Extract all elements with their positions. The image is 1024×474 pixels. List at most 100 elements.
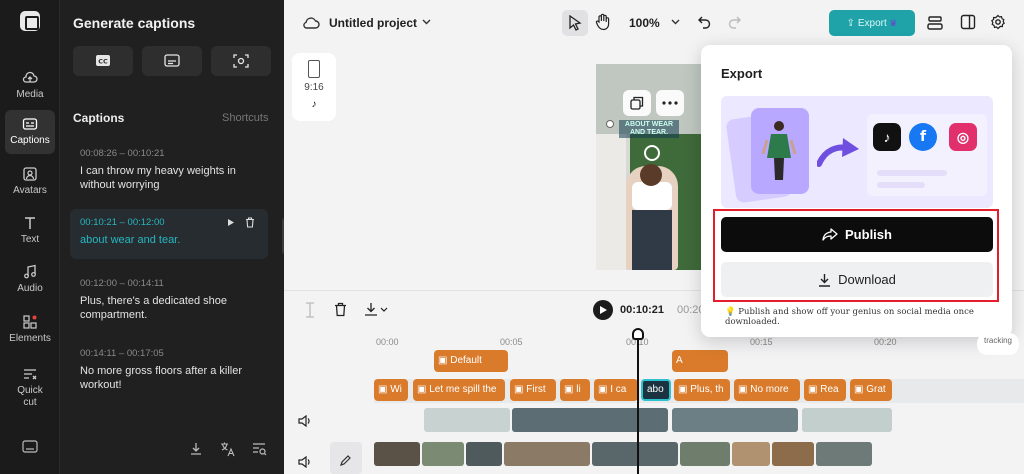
text-clip-icon: A (676, 355, 683, 366)
caption-clip[interactable]: ▣ Wi (374, 379, 408, 401)
auto-captions-button[interactable]: CC (73, 46, 133, 76)
main-volume-icon[interactable] (298, 456, 312, 468)
caption-clip-icon: ▣ (678, 384, 691, 395)
caption-item[interactable]: 00:12:00 – 00:14:11 Plus, there's a dedi… (70, 270, 268, 330)
video-clip[interactable] (816, 442, 872, 466)
scan-captions-button[interactable] (211, 46, 271, 76)
text-clip[interactable]: ▣ Default (434, 350, 508, 372)
caption-item-active[interactable]: 00:10:21 – 00:12:00 about wear and tear. (70, 209, 268, 259)
caption-item[interactable]: 00:14:11 – 00:17:05 No more gross floors… (70, 340, 268, 400)
caption-text[interactable]: I can throw my heavy weights in without … (80, 164, 258, 192)
redo-icon[interactable] (728, 15, 742, 29)
caption-text[interactable]: about wear and tear. (80, 233, 258, 247)
caption-clip-selected[interactable]: abo (641, 379, 671, 401)
play-caption-icon[interactable] (227, 218, 235, 227)
caption-resize-handle[interactable] (606, 120, 614, 128)
preview-caption-text[interactable]: ABOUT WEAR AND TEAR. (619, 120, 679, 138)
keyboard-icon[interactable] (22, 440, 38, 454)
crown-icon: ♛ (886, 18, 898, 28)
volume-icon[interactable] (298, 415, 312, 427)
translate-icon[interactable] (219, 441, 235, 457)
select-tool-button[interactable] (562, 10, 588, 36)
caption-clip[interactable]: ▣ No more (734, 379, 800, 401)
text-clip-label: Default (450, 355, 482, 366)
duplicate-button[interactable] (623, 90, 651, 116)
caption-clip[interactable]: ▣ Rea (804, 379, 846, 401)
undo-icon[interactable] (697, 15, 711, 29)
rail-item-avatars[interactable]: Avatars (5, 160, 55, 204)
pencil-icon (340, 455, 351, 466)
captions-icon (22, 118, 38, 130)
project-title[interactable]: Untitled project (329, 16, 417, 30)
video-clip[interactable] (504, 442, 590, 466)
export-button[interactable]: ⇪ Export ♛ (829, 10, 915, 36)
app-logo[interactable] (20, 11, 40, 31)
rail-item-elements[interactable]: Elements (5, 308, 55, 352)
manual-captions-button[interactable] (142, 46, 202, 76)
caption-clip[interactable]: ▣ I ca (594, 379, 638, 401)
caption-clip-label: Wi (390, 384, 402, 395)
caption-clip[interactable]: ▣ First (510, 379, 556, 401)
aspect-ratio-card[interactable]: 9:16 ♪ (292, 53, 336, 121)
cursor-icon (569, 15, 582, 31)
hand-tool-icon[interactable] (595, 13, 611, 31)
caption-time: 00:14:11 – 00:17:05 (80, 348, 164, 359)
video-clip[interactable] (592, 442, 678, 466)
scan-icon (233, 54, 249, 68)
video-clip[interactable] (422, 442, 464, 466)
aspect-ratio-label: 9:16 (304, 82, 324, 93)
share-icon (822, 228, 838, 241)
download-menu-icon[interactable] (364, 302, 388, 317)
rotate-handle-icon[interactable] (644, 145, 660, 161)
video-clip[interactable] (374, 442, 420, 466)
video-clip[interactable] (466, 442, 502, 466)
publish-button[interactable]: Publish (721, 217, 993, 252)
video-clip[interactable] (802, 408, 892, 432)
delete-icon[interactable] (334, 302, 347, 317)
chevron-down-icon[interactable] (422, 19, 431, 25)
layers-icon[interactable] (926, 14, 944, 32)
panel-toggle-icon[interactable] (960, 14, 976, 30)
more-options-button[interactable] (656, 90, 684, 116)
rail-item-media[interactable]: Media (5, 64, 55, 108)
search-replace-icon[interactable] (251, 441, 267, 457)
download-button[interactable]: Download (721, 262, 993, 297)
video-clip[interactable] (424, 408, 510, 432)
download-captions-icon[interactable] (188, 441, 204, 457)
video-clip[interactable] (732, 442, 770, 466)
caption-item[interactable]: 00:08:26 – 00:10:21 I can throw my heavy… (70, 140, 268, 200)
settings-gear-icon[interactable] (990, 14, 1006, 30)
rail-item-audio[interactable]: Audio (5, 258, 55, 302)
video-clip[interactable] (772, 442, 814, 466)
caption-clip[interactable]: ▣ Let me spill the (413, 379, 505, 401)
elements-icon (23, 315, 37, 329)
shortcuts-link[interactable]: Shortcuts (222, 112, 268, 124)
zoom-level[interactable]: 100% (629, 16, 660, 30)
rail-item-quick-cut[interactable]: Quick cut (5, 360, 55, 410)
playhead[interactable] (637, 332, 639, 474)
ruler-tick: 00:05 (500, 337, 523, 347)
tracking-badge[interactable]: tracking (977, 333, 1019, 355)
zoom-chevron-icon[interactable] (671, 19, 680, 25)
playhead-handle[interactable] (632, 328, 644, 340)
caption-clip[interactable]: ▣ Plus, th (674, 379, 730, 401)
caption-clip[interactable]: ▣ Grat (850, 379, 892, 401)
rail-label-quick-cut: Quick cut (17, 385, 43, 408)
trash-icon[interactable] (245, 217, 255, 228)
play-button[interactable] (593, 300, 613, 320)
caption-clip[interactable]: ▣ li (560, 379, 590, 401)
rail-item-captions[interactable]: Captions (5, 110, 55, 154)
text-clip[interactable]: A (672, 350, 728, 372)
cloud-icon[interactable] (302, 14, 320, 32)
publish-label: Publish (845, 227, 892, 242)
caption-text[interactable]: Plus, there's a dedicated shoe compartme… (80, 294, 258, 322)
captions-section-title: Captions (73, 111, 125, 125)
cover-edit-button[interactable] (330, 442, 362, 474)
rail-item-text[interactable]: Text (5, 209, 55, 253)
video-clip[interactable] (672, 408, 798, 432)
phone-icon (308, 60, 320, 78)
video-clip[interactable] (512, 408, 668, 432)
caption-text[interactable]: No more gross floors after a killer work… (80, 364, 258, 392)
split-icon[interactable] (304, 302, 316, 318)
video-clip[interactable] (680, 442, 730, 466)
